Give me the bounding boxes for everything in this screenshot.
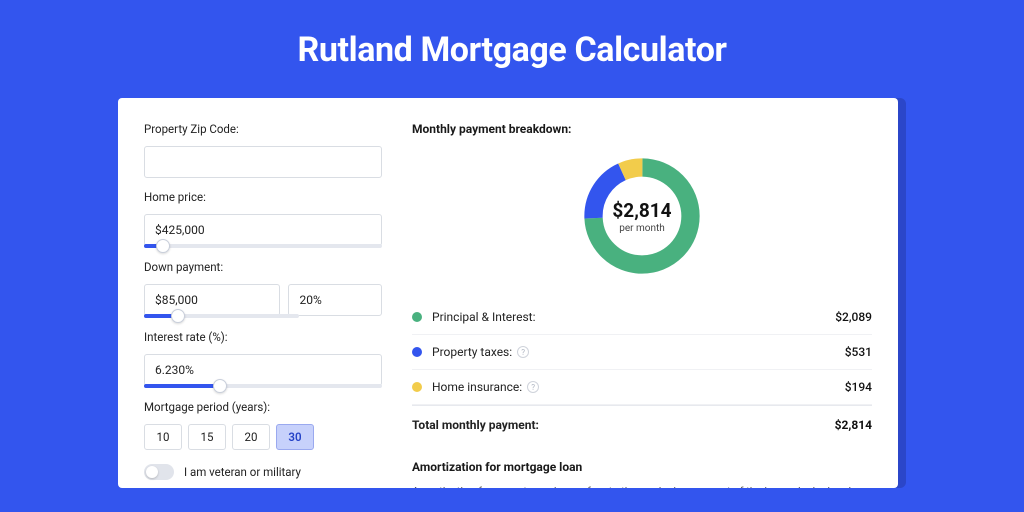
breakdown-label: Principal & Interest: bbox=[432, 310, 835, 324]
donut-sublabel: per month bbox=[619, 223, 665, 234]
amortization-heading: Amortization for mortgage loan bbox=[412, 460, 872, 474]
card-shadow: Property Zip Code: Home price: Down paym… bbox=[118, 98, 906, 488]
rate-input[interactable] bbox=[144, 354, 382, 386]
breakdown-label: Home insurance:? bbox=[432, 380, 845, 394]
donut-center: $2,814 per month bbox=[578, 152, 706, 280]
breakdown-value: $194 bbox=[845, 380, 872, 394]
total-label: Total monthly payment: bbox=[412, 418, 835, 432]
price-label: Home price: bbox=[144, 190, 382, 204]
down-amount-input[interactable] bbox=[144, 284, 280, 316]
help-icon[interactable]: ? bbox=[527, 381, 539, 393]
veteran-toggle[interactable] bbox=[144, 464, 174, 480]
breakdown-list: Principal & Interest:$2,089Property taxe… bbox=[412, 300, 872, 405]
breakdown-value: $531 bbox=[845, 345, 872, 359]
down-label: Down payment: bbox=[144, 260, 382, 274]
breakdown-value: $2,089 bbox=[835, 310, 872, 324]
legend-dot-icon bbox=[412, 312, 422, 322]
rate-label: Interest rate (%): bbox=[144, 330, 382, 344]
veteran-row: I am veteran or military bbox=[144, 464, 382, 480]
period-option-10[interactable]: 10 bbox=[144, 424, 182, 450]
down-percent-input[interactable] bbox=[288, 284, 382, 316]
price-input[interactable] bbox=[144, 214, 382, 246]
zip-field: Property Zip Code: bbox=[144, 122, 382, 178]
period-option-20[interactable]: 20 bbox=[232, 424, 270, 450]
legend-dot-icon bbox=[412, 347, 422, 357]
price-slider[interactable] bbox=[144, 244, 382, 248]
donut-value: $2,814 bbox=[612, 199, 671, 222]
breakdown-row: Home insurance:?$194 bbox=[412, 370, 872, 405]
donut-chart: $2,814 per month bbox=[578, 152, 706, 280]
page-title: Rutland Mortgage Calculator bbox=[297, 30, 726, 70]
zip-input[interactable] bbox=[144, 146, 382, 178]
rate-slider[interactable] bbox=[144, 384, 382, 388]
form-column: Property Zip Code: Home price: Down paym… bbox=[144, 122, 382, 488]
period-option-30[interactable]: 30 bbox=[276, 424, 314, 450]
breakdown-heading: Monthly payment breakdown: bbox=[412, 122, 872, 136]
donut-container: $2,814 per month bbox=[412, 152, 872, 280]
veteran-label: I am veteran or military bbox=[184, 465, 301, 479]
page-root: Rutland Mortgage Calculator Property Zip… bbox=[0, 0, 1024, 512]
breakdown-row: Property taxes:?$531 bbox=[412, 335, 872, 370]
period-field: Mortgage period (years): 10152030 bbox=[144, 400, 382, 450]
breakdown-column: Monthly payment breakdown: $2,814 per mo… bbox=[412, 122, 872, 488]
period-option-15[interactable]: 15 bbox=[188, 424, 226, 450]
breakdown-total-row: Total monthly payment: $2,814 bbox=[412, 405, 872, 442]
price-field: Home price: bbox=[144, 190, 382, 248]
total-value: $2,814 bbox=[835, 418, 872, 432]
amortization-body: Amortization for a mortgage loan refers … bbox=[412, 484, 872, 488]
calculator-card: Property Zip Code: Home price: Down paym… bbox=[118, 98, 898, 488]
help-icon[interactable]: ? bbox=[517, 346, 529, 358]
legend-dot-icon bbox=[412, 382, 422, 392]
zip-label: Property Zip Code: bbox=[144, 122, 382, 136]
amortization-section: Amortization for mortgage loan Amortizat… bbox=[412, 460, 872, 488]
down-field: Down payment: bbox=[144, 260, 382, 318]
breakdown-label: Property taxes:? bbox=[432, 345, 845, 359]
period-label: Mortgage period (years): bbox=[144, 400, 382, 414]
rate-field: Interest rate (%): bbox=[144, 330, 382, 388]
breakdown-row: Principal & Interest:$2,089 bbox=[412, 300, 872, 335]
down-slider[interactable] bbox=[144, 314, 299, 318]
